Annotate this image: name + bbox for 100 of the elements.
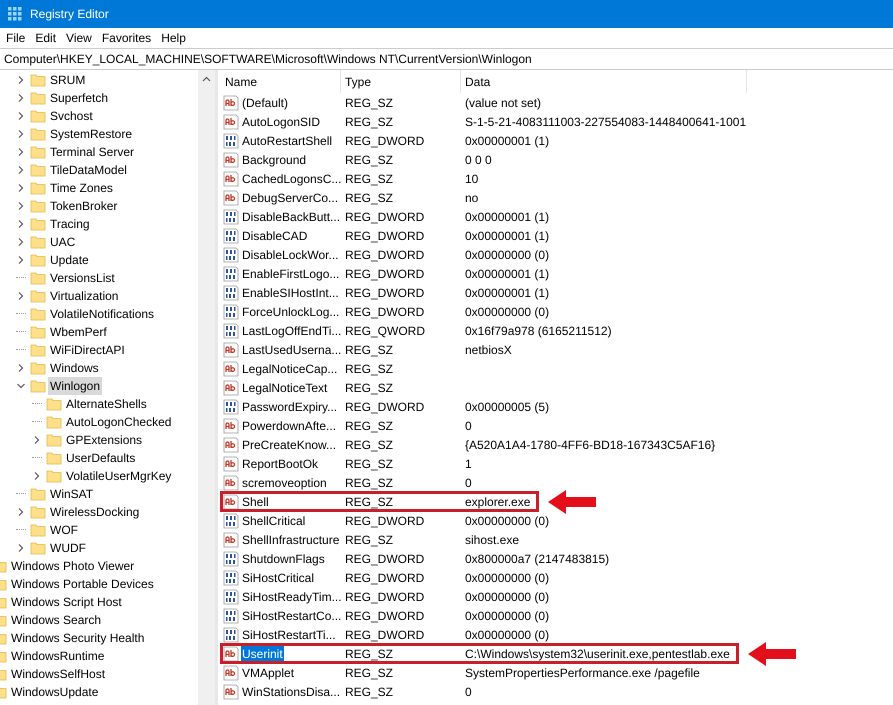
tree-item[interactable]: Update bbox=[48, 251, 91, 269]
value-name[interactable]: (Default) bbox=[241, 94, 290, 112]
scrollbar[interactable] bbox=[198, 70, 215, 705]
tree-item[interactable]: Winlogon bbox=[48, 377, 102, 395]
menu-item[interactable]: Edit bbox=[31, 29, 60, 47]
tree-item[interactable]: Windows bbox=[48, 359, 101, 377]
tree-item[interactable]: UserDefaults bbox=[64, 449, 138, 467]
tree-item[interactable]: WinSAT bbox=[48, 485, 96, 503]
value-name[interactable]: ShutdownFlags bbox=[241, 550, 326, 568]
value-name[interactable]: DisableCAD bbox=[241, 226, 308, 244]
tree-item[interactable]: SRUM bbox=[48, 71, 88, 89]
value-name[interactable]: SiHostRestartCo... bbox=[241, 606, 342, 624]
tree-item[interactable]: Tracing bbox=[48, 215, 92, 233]
tree-item[interactable]: Time Zones bbox=[48, 179, 115, 197]
value-name[interactable]: PasswordExpiry... bbox=[241, 398, 338, 416]
value-name[interactable]: CachedLogonsC... bbox=[241, 170, 342, 188]
tree-item[interactable]: WindowsRuntime bbox=[11, 647, 104, 665]
chevron-icon[interactable] bbox=[16, 255, 26, 265]
tree-item[interactable]: WUDF bbox=[48, 539, 88, 557]
value-name[interactable]: LastUsedUserna... bbox=[241, 340, 342, 358]
chevron-icon[interactable] bbox=[16, 381, 26, 391]
chevron-icon[interactable] bbox=[32, 471, 42, 481]
value-type: REG_DWORD bbox=[344, 266, 426, 282]
value-name[interactable]: ForceUnlockLog... bbox=[241, 302, 340, 320]
value-name[interactable]: DebugServerCo... bbox=[241, 188, 340, 206]
value-name[interactable]: LastLogOffEndTi... bbox=[241, 322, 342, 340]
value-name[interactable]: LegalNoticeCap... bbox=[241, 360, 338, 378]
tree-item[interactable]: Windows Photo Viewer bbox=[11, 557, 134, 575]
chevron-icon[interactable] bbox=[16, 129, 26, 139]
value-name[interactable]: DisableLockWor... bbox=[241, 246, 340, 264]
scroll-up-icon[interactable] bbox=[202, 76, 212, 82]
tree-item[interactable]: WindowsUpdate bbox=[11, 683, 98, 701]
chevron-icon[interactable] bbox=[16, 201, 26, 211]
chevron-icon[interactable] bbox=[16, 363, 26, 373]
chevron-icon[interactable] bbox=[16, 93, 26, 103]
tree-item[interactable]: VolatileUserMgrKey bbox=[64, 467, 174, 485]
column-header[interactable]: Data bbox=[461, 70, 747, 93]
tree-item[interactable]: Superfetch bbox=[48, 89, 110, 107]
value-name[interactable]: scremoveoption bbox=[241, 474, 328, 492]
value-name[interactable]: ReportBootOk bbox=[241, 454, 320, 472]
tree-item[interactable]: WirelessDocking bbox=[48, 503, 142, 521]
chevron-icon[interactable] bbox=[16, 507, 26, 517]
tree-item[interactable]: UAC bbox=[48, 233, 78, 251]
menu-item[interactable]: View bbox=[62, 29, 96, 47]
tree-item[interactable]: Windows Search bbox=[11, 611, 102, 629]
value-name[interactable]: Userinit bbox=[241, 644, 284, 662]
tree-item[interactable]: Virtualization bbox=[48, 287, 120, 305]
tree-item[interactable]: VersionsList bbox=[48, 269, 117, 287]
tree-item[interactable]: AlternateShells bbox=[64, 395, 149, 413]
tree-item[interactable]: Windows Portable Devices bbox=[11, 575, 154, 593]
chevron-icon[interactable] bbox=[16, 147, 26, 157]
value-name[interactable]: DisableBackButt... bbox=[241, 208, 342, 226]
value-name[interactable]: WinStationsDisa... bbox=[241, 682, 342, 700]
value-name[interactable]: EnableFirstLogo... bbox=[241, 264, 340, 282]
value-data: 0x00000001 (1) bbox=[464, 266, 550, 282]
value-name[interactable]: ShellInfrastructure bbox=[241, 530, 340, 548]
value-name[interactable]: ShellCritical bbox=[241, 512, 306, 530]
chevron-icon[interactable] bbox=[16, 111, 26, 121]
chevron-icon[interactable] bbox=[16, 165, 26, 175]
menu-item[interactable]: File bbox=[2, 29, 30, 47]
address-bar[interactable]: Computer\HKEY_LOCAL_MACHINE\SOFTWARE\Microsoft\Windows NT\CurrentVersion\Winlogon bbox=[0, 48, 893, 70]
chevron-icon[interactable] bbox=[16, 237, 26, 247]
tree-item[interactable]: WOF bbox=[48, 521, 80, 539]
chevron-icon[interactable] bbox=[16, 291, 26, 301]
value-name[interactable]: PreCreateKnow... bbox=[241, 436, 338, 454]
value-type: REG_SZ bbox=[344, 380, 394, 396]
value-name[interactable]: SiHostCritical bbox=[241, 568, 316, 586]
value-name[interactable]: PowerdownAfte... bbox=[241, 416, 338, 434]
column-header[interactable]: Name bbox=[221, 70, 341, 93]
value-name[interactable]: VMApplet bbox=[241, 664, 296, 682]
chevron-icon[interactable] bbox=[16, 219, 26, 229]
tree-item[interactable]: Terminal Server bbox=[48, 143, 136, 161]
tree-item[interactable]: WbemPerf bbox=[48, 323, 109, 341]
tree-item[interactable]: TokenBroker bbox=[48, 197, 120, 215]
chevron-icon[interactable] bbox=[16, 183, 26, 193]
tree-item[interactable]: WiFiDirectAPI bbox=[48, 341, 127, 359]
tree-item[interactable]: Svchost bbox=[48, 107, 95, 125]
chevron-icon[interactable] bbox=[16, 75, 26, 85]
tree-item[interactable]: GPExtensions bbox=[64, 431, 144, 449]
value-name[interactable]: Shell bbox=[241, 492, 270, 510]
tree-item[interactable]: SystemRestore bbox=[48, 125, 134, 143]
menu-item[interactable]: Help bbox=[157, 29, 190, 47]
tree-item[interactable]: Windows Script Host bbox=[11, 593, 122, 611]
value-name[interactable]: SiHostReadyTim... bbox=[241, 588, 343, 606]
value-type: REG_SZ bbox=[344, 94, 394, 112]
value-name[interactable]: EnableSIHostInt... bbox=[241, 284, 340, 302]
value-name[interactable]: AutoRestartShell bbox=[241, 132, 334, 150]
tree-item[interactable]: VolatileNotifications bbox=[48, 305, 156, 323]
tree-item[interactable]: Windows Security Health bbox=[11, 629, 144, 647]
value-name[interactable]: Background bbox=[241, 150, 308, 168]
tree-item[interactable]: WindowsSelfHost bbox=[11, 665, 106, 683]
tree-item[interactable]: TileDataModel bbox=[48, 161, 129, 179]
column-header[interactable]: Type bbox=[341, 70, 461, 93]
menu-item[interactable]: Favorites bbox=[98, 29, 156, 47]
chevron-icon[interactable] bbox=[32, 435, 42, 445]
chevron-icon[interactable] bbox=[16, 543, 26, 553]
value-name[interactable]: SiHostRestartTi... bbox=[241, 626, 337, 644]
value-name[interactable]: AutoLogonSID bbox=[241, 112, 322, 130]
tree-item[interactable]: AutoLogonChecked bbox=[64, 413, 174, 431]
value-name[interactable]: LegalNoticeText bbox=[241, 378, 328, 396]
